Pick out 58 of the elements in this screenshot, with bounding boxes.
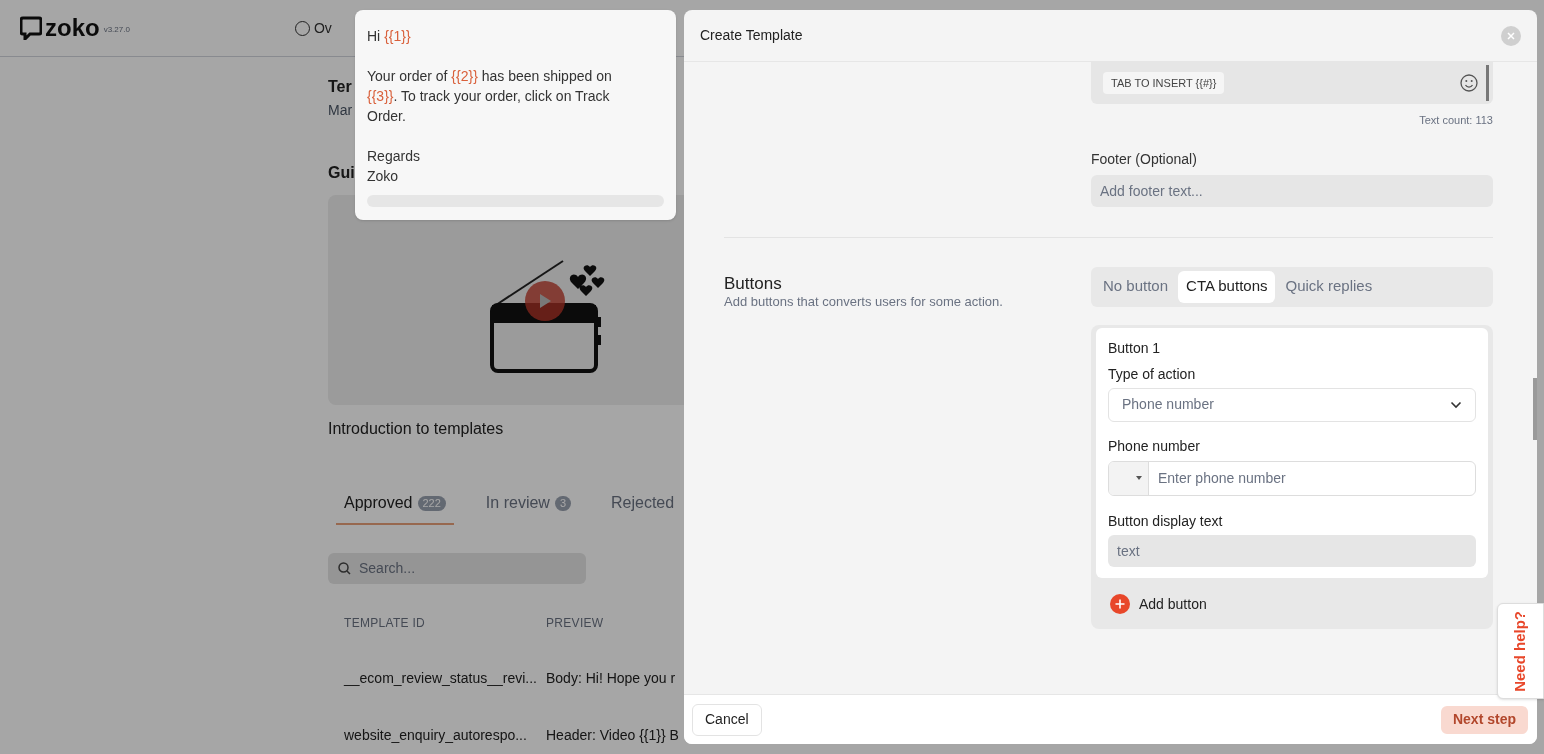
version-label: v3.27.0 — [103, 24, 130, 36]
count-badge: 222 — [417, 495, 446, 511]
guide-heading: Gui — [328, 163, 355, 183]
select-value: Phone number — [1122, 395, 1214, 414]
logo-icon — [20, 16, 42, 40]
phone-field[interactable]: Enter phone number — [1108, 460, 1476, 496]
scrollbar-thumb — [1533, 378, 1537, 440]
phone-input[interactable]: Enter phone number — [1149, 461, 1475, 495]
table-cell-text: __ecom_review_status__revi... — [344, 669, 538, 688]
option-tab[interactable]: CTA buttons — [1178, 270, 1276, 303]
page-title: Ter — [328, 77, 352, 97]
footer-input[interactable]: Add footer text... — [1091, 174, 1493, 207]
column-header: PREVIEW — [546, 615, 604, 632]
chevron-down-icon — [1450, 400, 1462, 409]
message-text: Zoko — [367, 167, 400, 186]
page-subtitle: Mar — [328, 101, 353, 119]
plus-icon — [1110, 594, 1130, 614]
table-cell-text: website_enquiry_autorespo... — [344, 726, 528, 745]
play-icon — [538, 293, 552, 309]
emoji-icon[interactable] — [1460, 74, 1478, 92]
field-label: Phone number — [1108, 436, 1201, 455]
search-icon — [338, 562, 351, 575]
scrollbar-thumb — [1486, 65, 1489, 101]
tab[interactable]: In review 3 — [477, 491, 579, 525]
insert-chip[interactable]: TAB TO INSERT {{#}} — [1103, 71, 1225, 95]
table-cell-text: Body: Hi! Hope you r — [546, 669, 676, 688]
field-label: Type of action — [1108, 364, 1197, 383]
video-caption: Introduction to templates — [328, 419, 505, 439]
logo: zoko — [45, 13, 100, 43]
message-text: Your order of {{2}} has been shipped on {{3}}. To track your order, click on Track Order. — [367, 67, 613, 126]
add-button[interactable]: Add button — [1110, 593, 1207, 615]
text-count: Text count: 113 — [1418, 113, 1493, 128]
field-label: Button display text — [1108, 511, 1224, 530]
display-text-input[interactable]: text — [1108, 534, 1476, 567]
help-tab[interactable]: Need help? — [1497, 603, 1544, 699]
modal-title: Create Template — [700, 26, 803, 45]
nav-item[interactable]: Ov — [294, 17, 332, 39]
section-title: Buttons — [724, 274, 783, 293]
option-tab[interactable]: No button — [1095, 270, 1177, 303]
field-label: Footer (Optional) — [1091, 149, 1198, 169]
table-cell-text: Header: Video {{1}} B — [546, 726, 679, 745]
close-icon — [1507, 31, 1515, 40]
message-text: Hi {{1}} — [367, 27, 412, 46]
option-tab[interactable]: Quick replies — [1277, 270, 1381, 303]
action-select[interactable]: Phone number — [1108, 387, 1476, 422]
search-field[interactable]: Search... — [328, 553, 586, 584]
section-description: Add buttons that converts users for some action. — [724, 292, 1004, 311]
caret-icon — [1136, 476, 1142, 480]
message-text: Regards — [367, 147, 421, 166]
column-header: TEMPLATE ID — [344, 615, 427, 632]
tab[interactable]: Approved 222 — [336, 491, 454, 525]
count-badge: 3 — [554, 495, 571, 511]
tab[interactable]: Rejected — [603, 491, 683, 525]
play-button[interactable] — [525, 281, 565, 321]
search-input[interactable]: Search... — [359, 558, 559, 579]
cancel-button[interactable]: Cancel — [692, 703, 762, 736]
body-field[interactable]: TAB TO INSERT {{#}} — [1091, 62, 1493, 104]
card-title: Button 1 — [1108, 338, 1162, 357]
